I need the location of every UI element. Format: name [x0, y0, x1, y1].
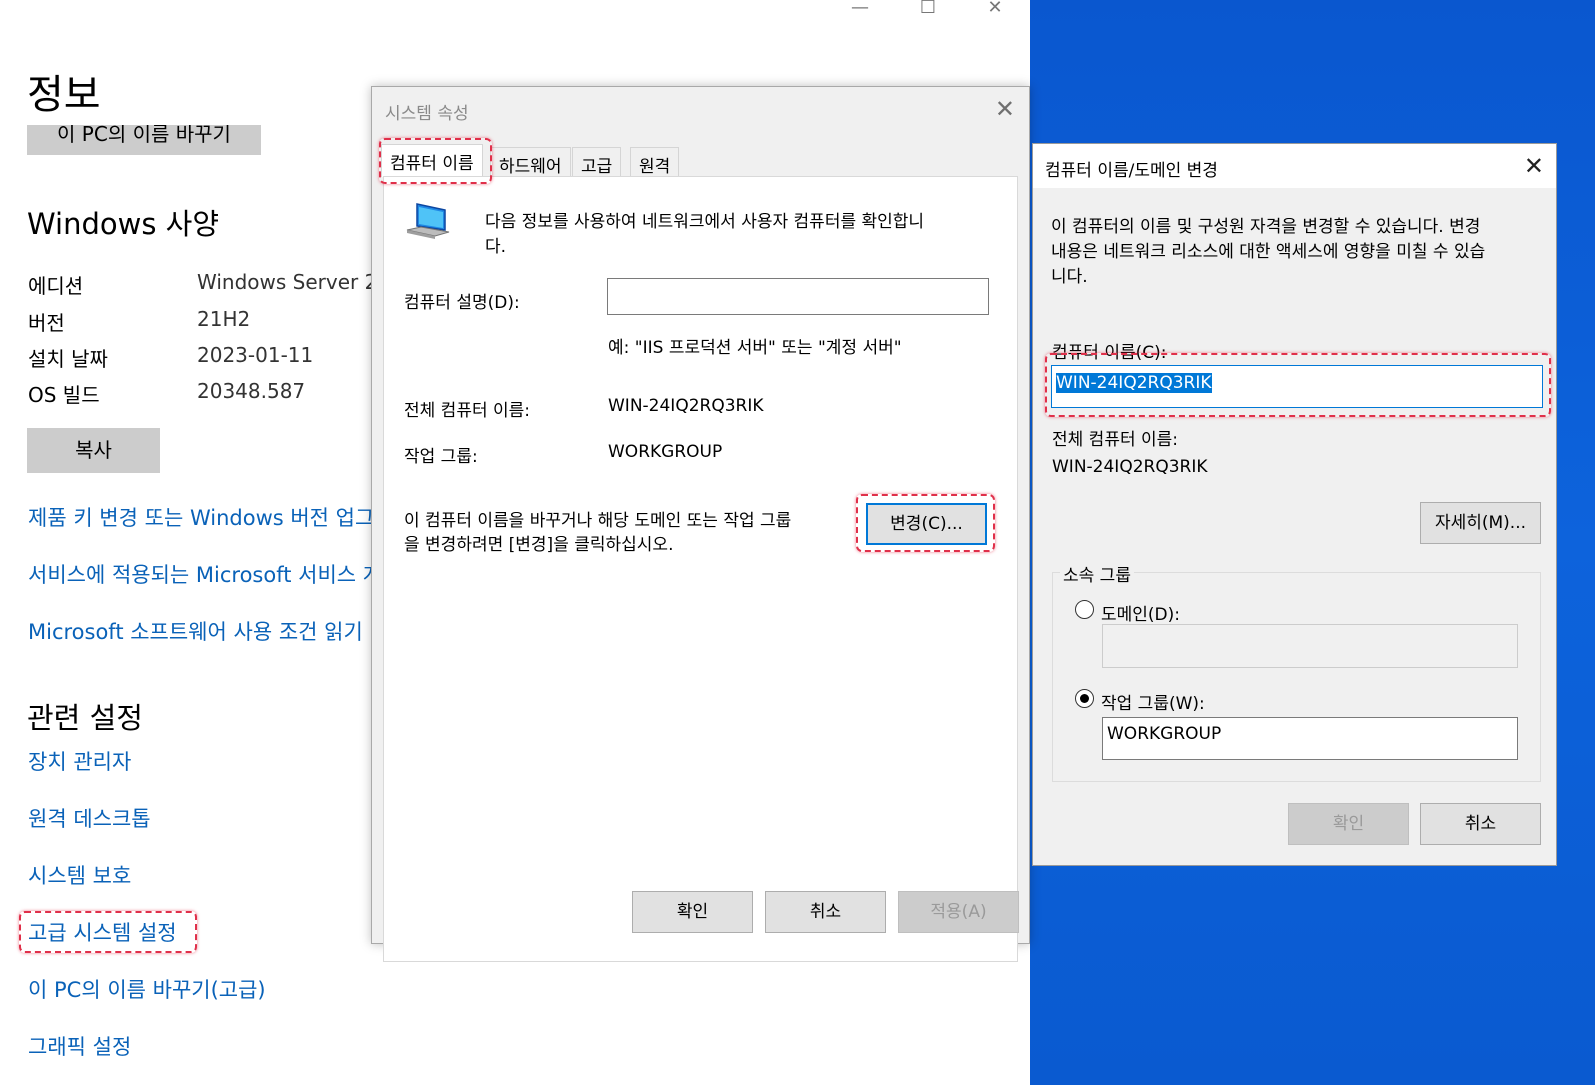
change-button[interactable]: 변경(C)...: [866, 503, 987, 545]
change-info-line-1: 이 컴퓨터 이름을 바꾸거나 해당 도메인 또는 작업 그룹: [404, 511, 792, 531]
dialog-full-name-label: 전체 컴퓨터 이름:: [1052, 430, 1179, 450]
dialog-ok-button[interactable]: 확인: [1288, 803, 1409, 845]
computer-name-input[interactable]: WIN-24IQ2RQ3RIK: [1051, 365, 1543, 408]
computer-description-label: 컴퓨터 설명(D):: [404, 293, 520, 313]
link-product-key[interactable]: 제품 키 변경 또는 Windows 버전 업그레이드: [28, 502, 372, 532]
close-icon[interactable]: ✕: [1524, 152, 1544, 180]
computer-name-selected-text: WIN-24IQ2RQ3RIK: [1056, 373, 1212, 393]
member-of-label: 소속 그룹: [1060, 561, 1134, 586]
windows-spec-heading: Windows 사양: [27, 207, 220, 241]
spec-value-os-build: 20348.587: [197, 379, 306, 403]
link-service-agreement[interactable]: 서비스에 적용되는 Microsoft 서비스 계약 읽기: [28, 559, 372, 589]
spec-label-os-build: OS 빌드: [28, 383, 100, 407]
rename-pc-button[interactable]: 이 PC의 이름 바꾸기: [27, 125, 261, 155]
link-remote-desktop[interactable]: 원격 데스크톱: [28, 803, 151, 833]
tab-remote[interactable]: 원격: [630, 147, 680, 177]
cancel-button[interactable]: 취소: [765, 891, 886, 933]
intro-line-2: 다.: [485, 237, 507, 257]
example-text: 예: "IIS 프로덕션 서버" 또는 "계정 서버": [608, 338, 902, 358]
tab-computer-name[interactable]: 컴퓨터 이름: [381, 144, 483, 177]
link-license-terms[interactable]: Microsoft 소프트웨어 사용 조건 읽기: [28, 616, 372, 646]
full-name-value: WIN-24IQ2RQ3RIK: [608, 396, 764, 416]
change-info-line-2: 을 변경하려면 [변경]을 클릭하십시오.: [404, 535, 674, 555]
workgroup-input[interactable]: WORKGROUP: [1102, 717, 1518, 760]
apply-button[interactable]: 적용(A): [898, 891, 1019, 933]
computer-icon: [406, 203, 450, 239]
maximize-button[interactable]: ☐: [903, 0, 953, 22]
domain-label: 도메인(D):: [1101, 605, 1181, 625]
spec-value-install-date: 2023-01-11: [197, 343, 314, 367]
copy-button[interactable]: 복사: [27, 428, 160, 473]
link-system-protection[interactable]: 시스템 보호: [28, 860, 131, 890]
dialog-intro-line-3: 니다.: [1051, 267, 1088, 287]
close-icon[interactable]: ✕: [995, 95, 1015, 123]
dialog-intro-line-1: 이 컴퓨터의 이름 및 구성원 자격을 변경할 수 있습니다. 변경: [1051, 217, 1481, 237]
computer-name-label: 컴퓨터 이름(C):: [1052, 343, 1167, 363]
link-graphics-settings[interactable]: 그래픽 설정: [28, 1031, 131, 1061]
tab-advanced[interactable]: 고급: [572, 147, 622, 177]
more-button[interactable]: 자세히(M)...: [1420, 502, 1541, 544]
section-title: 정보: [27, 72, 101, 118]
spec-label-edition: 에디션: [28, 274, 84, 298]
workgroup-label: 작업 그룹:: [404, 447, 478, 467]
related-settings-heading: 관련 설정: [27, 701, 143, 735]
spec-label-version: 버전: [28, 311, 65, 335]
ok-button[interactable]: 확인: [632, 891, 753, 933]
workgroup-radio[interactable]: [1075, 689, 1094, 708]
tab-hardware[interactable]: 하드웨어: [490, 147, 571, 177]
computer-description-input[interactable]: [607, 278, 989, 315]
dialog-title: 컴퓨터 이름/도메인 변경: [1045, 161, 1218, 181]
workgroup-value: WORKGROUP: [608, 442, 723, 462]
minimize-button[interactable]: —: [835, 0, 885, 22]
link-advanced-system-settings[interactable]: 고급 시스템 설정: [28, 917, 177, 947]
dialog-cancel-button[interactable]: 취소: [1420, 803, 1541, 845]
spec-value-edition: Windows Server 2022: [197, 270, 371, 294]
workgroup-radio-label: 작업 그룹(W):: [1101, 694, 1205, 714]
spec-label-install-date: 설치 날짜: [28, 347, 108, 371]
link-rename-pc-advanced[interactable]: 이 PC의 이름 바꾸기(고급): [28, 974, 266, 1004]
close-button[interactable]: ✕: [970, 0, 1020, 22]
domain-radio[interactable]: [1075, 600, 1094, 619]
radio-selected-dot: [1080, 694, 1089, 703]
link-device-manager[interactable]: 장치 관리자: [28, 746, 131, 776]
dialog-full-name-value: WIN-24IQ2RQ3RIK: [1052, 457, 1208, 477]
full-name-label: 전체 컴퓨터 이름:: [404, 401, 531, 421]
spec-value-version: 21H2: [197, 307, 251, 331]
dialog-title: 시스템 속성: [385, 104, 469, 124]
dialog-intro-line-2: 내용은 네트워크 리소스에 대한 액세스에 영향을 미칠 수 있습: [1051, 242, 1486, 262]
domain-input[interactable]: [1102, 624, 1518, 668]
intro-line-1: 다음 정보를 사용하여 네트워크에서 사용자 컴퓨터를 확인합니: [485, 212, 925, 232]
